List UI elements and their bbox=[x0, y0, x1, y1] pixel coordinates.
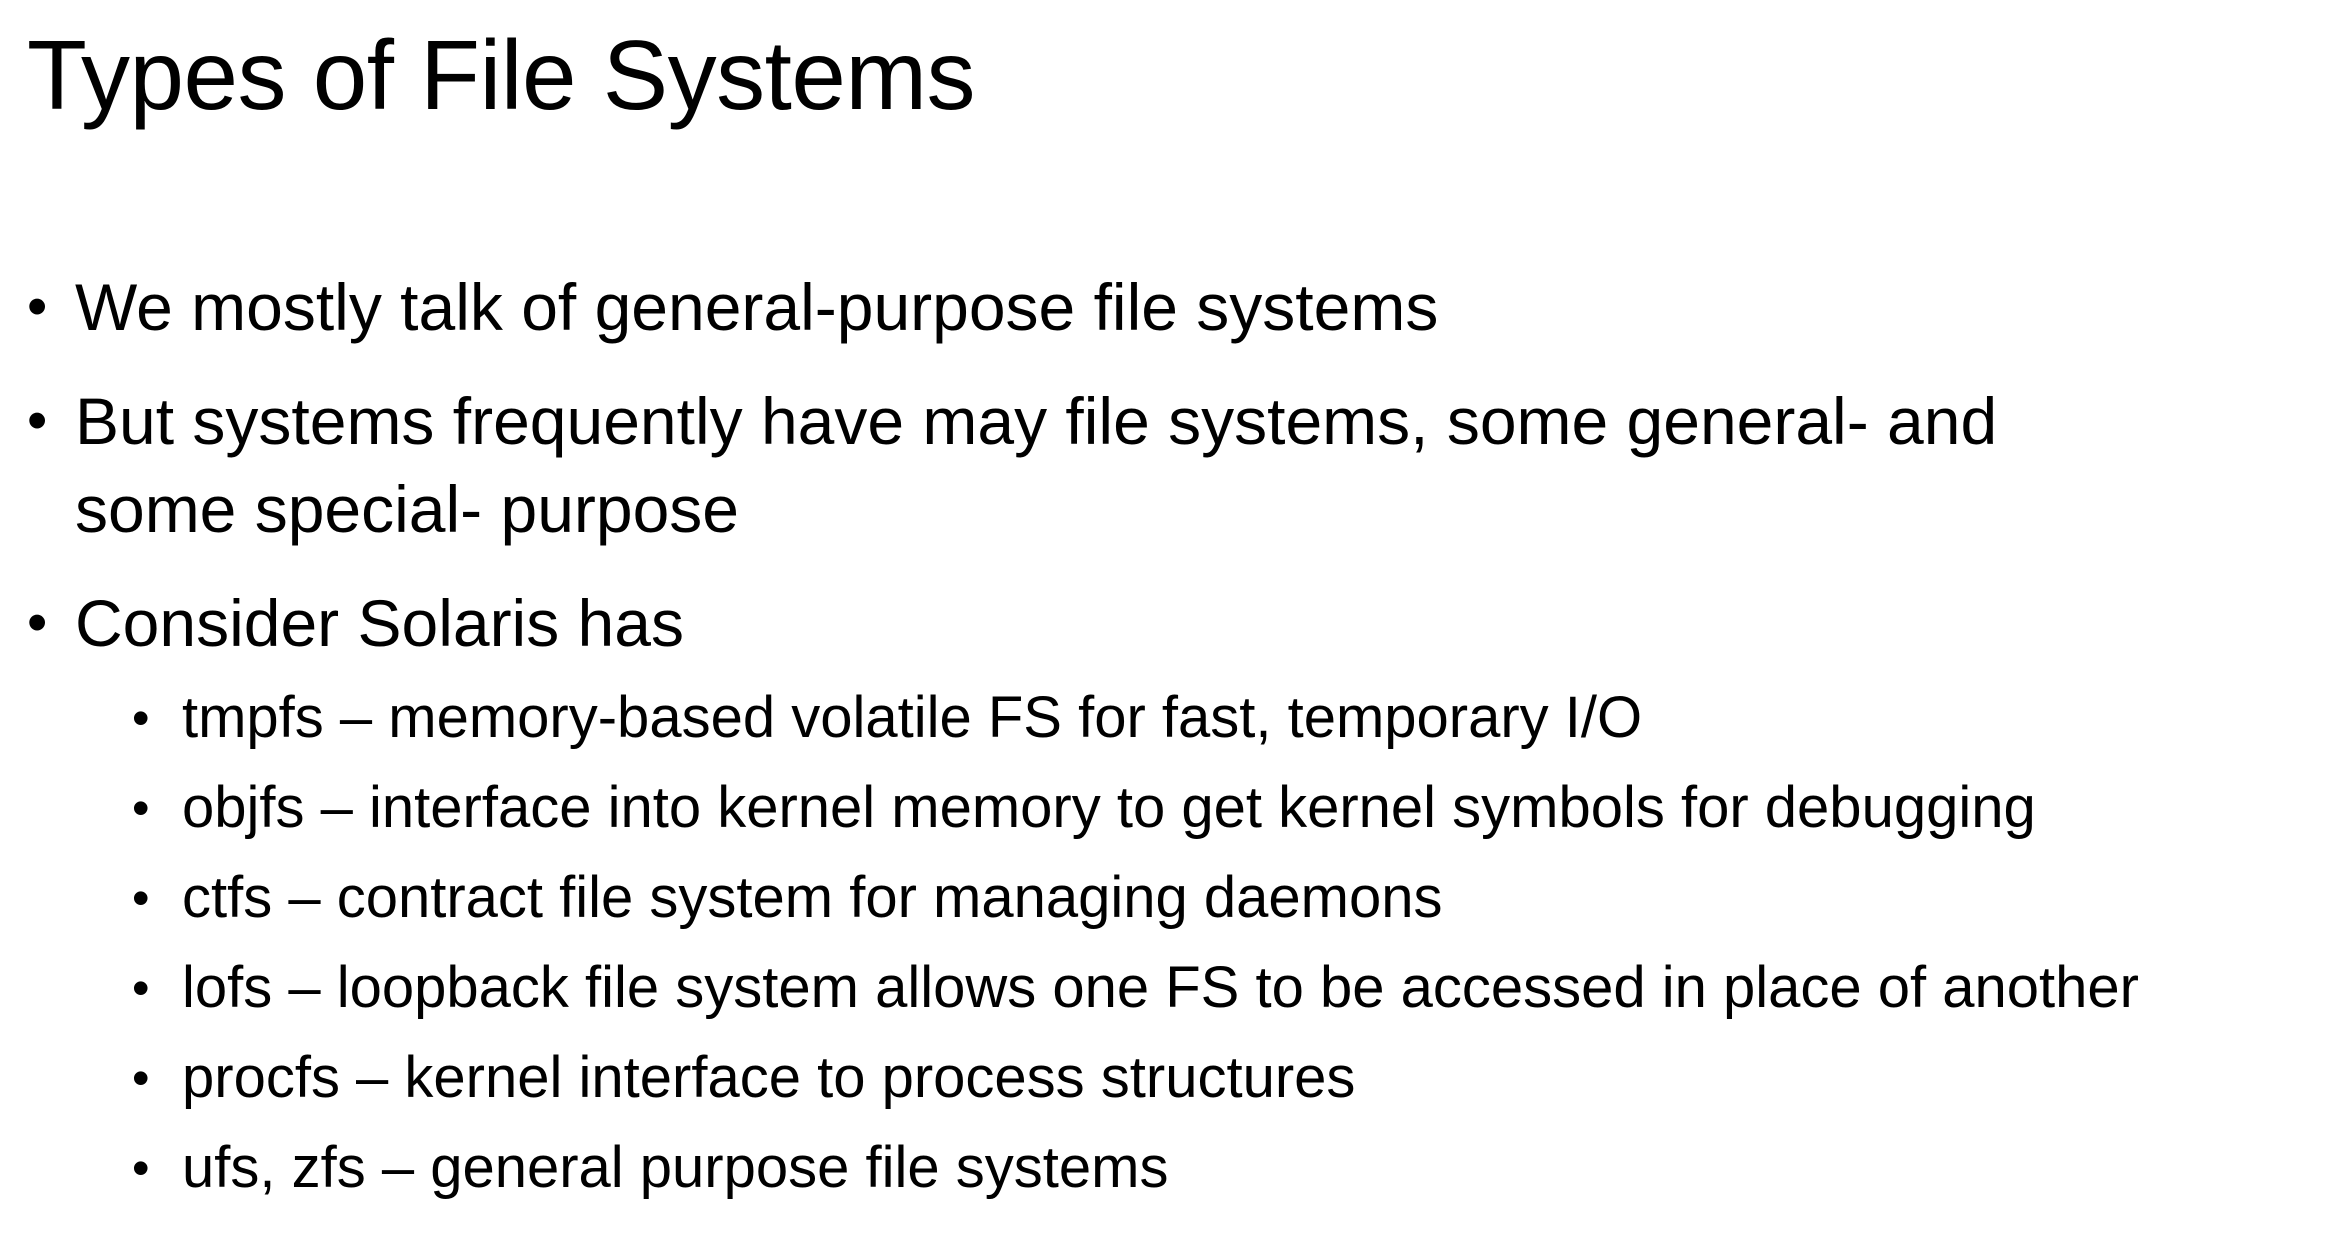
bullet-text: Consider Solaris has bbox=[75, 586, 684, 660]
sub-bullet-text: tmpfs – memory-based volatile FS for fas… bbox=[182, 685, 1643, 750]
sub-bullet-text: lofs – loopback file system allows one F… bbox=[182, 955, 2139, 1020]
sub-bullet-item: • procfs – kernel interface to process s… bbox=[132, 1033, 2335, 1123]
bullet-text-continuation: some special- purpose bbox=[75, 472, 739, 546]
sub-bullet-dot-icon: • bbox=[132, 870, 150, 926]
sub-bullet-dot-icon: • bbox=[132, 1050, 150, 1106]
bullet-text: We mostly talk of general-purpose file s… bbox=[75, 270, 1439, 344]
sub-bullet-text: ctfs – contract file system for managing… bbox=[182, 865, 1443, 930]
sub-bullet-dot-icon: • bbox=[132, 960, 150, 1016]
sub-bullet-item: • ufs, zfs – general purpose file system… bbox=[132, 1123, 2335, 1213]
sub-bullet-text: objfs – interface into kernel memory to … bbox=[182, 775, 2036, 840]
sub-bullet-list: • tmpfs – memory-based volatile FS for f… bbox=[132, 673, 2335, 1213]
sub-bullet-dot-icon: • bbox=[132, 1140, 150, 1196]
bullet-item: • Consider Solaris has • tmpfs – memory-… bbox=[27, 579, 2317, 1213]
sub-bullet-item: • objfs – interface into kernel memory t… bbox=[132, 763, 2335, 853]
bullet-dot-icon: • bbox=[27, 590, 48, 655]
sub-bullet-item: • ctfs – contract file system for managi… bbox=[132, 853, 2335, 943]
bullet-item: • We mostly talk of general-purpose file… bbox=[27, 263, 2317, 351]
bullet-list: • We mostly talk of general-purpose file… bbox=[27, 263, 2317, 1239]
sub-bullet-item: • tmpfs – memory-based volatile FS for f… bbox=[132, 673, 2335, 763]
sub-bullet-dot-icon: • bbox=[132, 690, 150, 746]
slide: Types of File Systems • We mostly talk o… bbox=[0, 0, 2335, 1227]
sub-bullet-text: procfs – kernel interface to process str… bbox=[182, 1045, 1356, 1110]
slide-title: Types of File Systems bbox=[27, 20, 976, 130]
bullet-item: • But systems frequently have may file s… bbox=[27, 377, 2317, 553]
bullet-text: But systems frequently have may file sys… bbox=[75, 384, 1998, 458]
sub-bullet-item: • lofs – loopback file system allows one… bbox=[132, 943, 2335, 1033]
sub-bullet-text: ufs, zfs – general purpose file systems bbox=[182, 1135, 1169, 1200]
bullet-dot-icon: • bbox=[27, 388, 48, 453]
bullet-dot-icon: • bbox=[27, 274, 48, 339]
sub-bullet-dot-icon: • bbox=[132, 780, 150, 836]
